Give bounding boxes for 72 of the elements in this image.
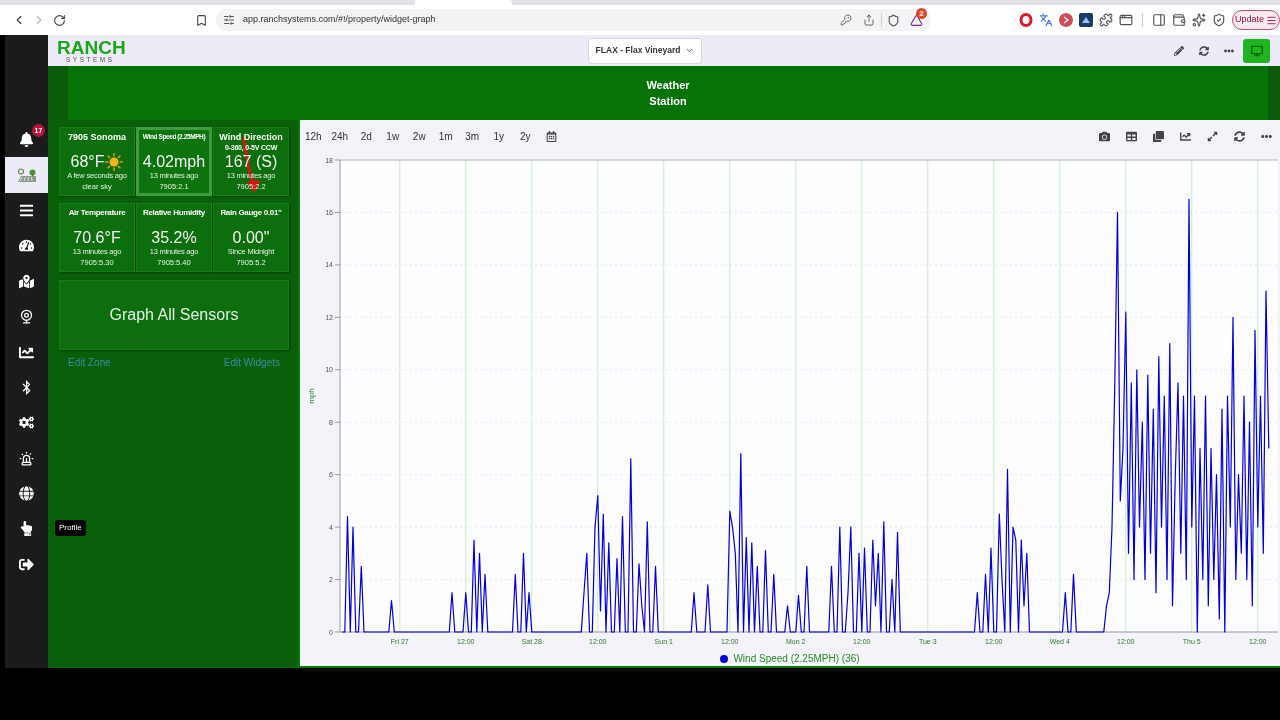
bell-icon bbox=[19, 132, 34, 148]
shield-icon[interactable] bbox=[887, 13, 900, 27]
circle-icon[interactable] bbox=[1059, 13, 1073, 27]
tune-icon[interactable] bbox=[223, 14, 235, 26]
update-button[interactable]: Update bbox=[1232, 10, 1280, 30]
widget-title: Wind Direction bbox=[219, 131, 283, 143]
table-icon[interactable] bbox=[1126, 130, 1137, 142]
range-button[interactable]: 12h bbox=[300, 126, 327, 146]
widget-title: Relative Humidity bbox=[143, 207, 205, 219]
square-icon[interactable] bbox=[1079, 13, 1093, 27]
translate-icon[interactable] bbox=[1039, 13, 1053, 27]
wallet-icon[interactable] bbox=[1172, 13, 1186, 27]
webcam-icon bbox=[19, 309, 34, 325]
key-icon[interactable] bbox=[840, 14, 852, 26]
camera-icon[interactable] bbox=[1099, 130, 1110, 142]
sparkle-icon[interactable] bbox=[1192, 13, 1206, 27]
range-button[interactable]: 2y bbox=[512, 126, 539, 146]
sidebar-panel-icon[interactable] bbox=[1152, 13, 1166, 27]
logo: RANCH bbox=[57, 38, 126, 56]
range-button[interactable]: 1w bbox=[379, 126, 406, 146]
menu-icon bbox=[19, 202, 34, 218]
monitor-button[interactable] bbox=[1243, 38, 1270, 63]
range-button[interactable]: 2w bbox=[406, 126, 433, 146]
widget-title: Rain Gauge 0.01" bbox=[220, 207, 282, 219]
reload-icon[interactable] bbox=[53, 13, 66, 27]
hand-icon bbox=[19, 521, 34, 537]
ring-icon[interactable] bbox=[1019, 13, 1033, 27]
copy-icon[interactable] bbox=[1153, 130, 1164, 142]
puzzle-icon[interactable] bbox=[1099, 13, 1113, 27]
menu-icon bbox=[1266, 14, 1277, 26]
widget-title: 7905 Sonoma bbox=[68, 131, 126, 143]
page-title: Weather Station bbox=[645, 78, 691, 109]
settings-icon bbox=[19, 415, 34, 431]
triangle-icon[interactable] bbox=[910, 13, 923, 27]
widget-value: 35.2% bbox=[151, 229, 197, 247]
sign-out-icon bbox=[19, 556, 34, 572]
map-icon bbox=[19, 273, 34, 289]
siren-icon bbox=[19, 450, 34, 466]
sun-icon bbox=[105, 153, 124, 171]
graph-all-sensors-button[interactable]: Graph All Sensors bbox=[59, 280, 289, 350]
monitor-icon bbox=[1250, 44, 1263, 57]
tooltip: Profile bbox=[55, 520, 86, 537]
caret-icon bbox=[685, 46, 695, 55]
expand-icon[interactable] bbox=[1207, 130, 1218, 142]
property-dropdown[interactable]: FLAX - Flax Vineyard bbox=[587, 37, 703, 64]
range-button[interactable]: 1m bbox=[432, 126, 459, 146]
refresh-icon[interactable] bbox=[1234, 130, 1245, 142]
pencil-icon[interactable] bbox=[1174, 45, 1184, 56]
range-button[interactable]: 2d bbox=[353, 126, 380, 146]
line-chart-icon bbox=[19, 344, 34, 360]
line-chart-icon[interactable] bbox=[1180, 130, 1191, 142]
calendar-icon[interactable] bbox=[545, 130, 557, 142]
window-icon[interactable] bbox=[1119, 13, 1133, 27]
range-button[interactable]: 3m bbox=[459, 126, 486, 146]
range-button[interactable]: 24h bbox=[326, 126, 353, 146]
widget-value: 4.02mph bbox=[142, 153, 206, 171]
globe-icon bbox=[19, 486, 34, 502]
widget-value: 68°F bbox=[70, 153, 105, 171]
share-icon[interactable] bbox=[863, 14, 875, 26]
gauge-icon bbox=[19, 238, 34, 254]
field-icon bbox=[16, 167, 37, 183]
widget-value: 0.00" bbox=[232, 229, 270, 247]
widget-title: Air Temperature bbox=[68, 207, 126, 219]
shield-check-icon[interactable] bbox=[1212, 13, 1226, 27]
address-bar[interactable]: app.ranchsystems.com/#!/property/widget-graph 2 bbox=[216, 9, 931, 31]
notification-badge: 2 bbox=[916, 7, 927, 19]
legend-label[interactable]: Wind Speed (2.25MPH) (36) bbox=[733, 652, 860, 666]
bookmark-icon[interactable] bbox=[195, 13, 208, 27]
widget-value: 70.6°F bbox=[73, 229, 121, 247]
refresh-icon[interactable] bbox=[1199, 45, 1209, 56]
y-axis-title: mph bbox=[307, 388, 316, 404]
range-button[interactable]: 1y bbox=[485, 126, 512, 146]
